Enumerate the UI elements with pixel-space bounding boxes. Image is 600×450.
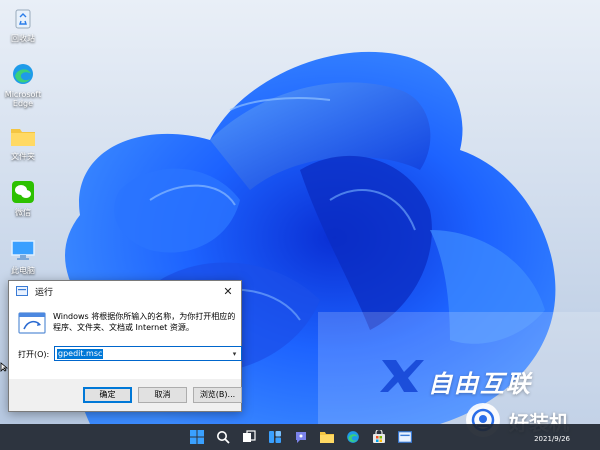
widgets-button[interactable] [266,428,284,446]
wechat-icon [9,178,37,206]
teams-chat-button[interactable] [292,428,310,446]
cancel-button[interactable]: 取消 [138,387,187,403]
folder-icon [9,122,37,150]
browse-button[interactable]: 浏览(B)... [193,387,242,403]
task-view-icon [243,430,256,442]
ok-button[interactable]: 确定 [83,387,132,403]
run-command-input[interactable]: gpedit.msc ▾ [54,346,242,361]
recycle-bin-icon [9,4,37,32]
file-explorer-icon [320,432,334,443]
run-taskbar-button[interactable] [396,428,414,446]
edge-taskbar-button[interactable] [344,428,362,446]
desktop-icon-label: 此电脑 [11,266,35,275]
widgets-icon [269,431,281,443]
run-dialog: 运行 ✕ Windows 将根据你所输入的名称，为你打开相应的程序、文件夹、文档… [8,280,242,412]
taskbar-date[interactable]: 2021/9/26 [534,435,570,443]
chevron-down-icon: ▾ [232,349,237,358]
desktop-icon-label: 微信 [15,208,31,217]
desktop-icon-label: Microsoft Edge [4,90,42,108]
task-view-button[interactable] [240,428,258,446]
run-app-icon [18,312,46,334]
run-icon [16,286,28,296]
search-icon [217,431,230,444]
this-pc-icon [9,236,37,264]
edge-icon [347,431,359,443]
desktop-icon-edge[interactable]: Microsoft Edge [2,60,44,108]
file-explorer-button[interactable] [318,428,336,446]
dialog-title: 运行 [35,288,54,298]
taskbar: 2021/9/26 [0,424,600,450]
start-button[interactable] [188,428,206,446]
dialog-description: Windows 将根据你所输入的名称，为你打开相应的程序、文件夹、文档或 Int… [53,312,236,332]
desktop-icon-recycle-bin[interactable]: 回收站 [2,4,44,43]
desktop-icon-label: 回收站 [11,34,35,43]
store-button[interactable] [370,428,388,446]
dropdown-button[interactable]: ▾ [228,347,241,360]
watermark-brand-text: 自由互联 [428,370,532,398]
desktop-icon-folder[interactable]: 文件夹 [2,122,44,161]
brand-logo-icon [380,360,424,392]
store-icon [373,430,385,443]
teams-chat-icon [296,432,306,443]
start-icon [190,430,204,444]
close-button[interactable]: ✕ [215,281,241,301]
edge-icon [9,60,37,88]
desktop-icon-wechat[interactable]: 微信 [2,178,44,217]
mouse-cursor-icon [0,362,8,372]
run-icon [398,431,412,443]
open-label: 打开(O): [18,350,50,359]
close-icon: ✕ [223,284,233,298]
desktop-icon-this-pc[interactable]: 此电脑 [2,236,44,275]
run-command-value: gpedit.msc [57,349,104,359]
search-button[interactable] [214,428,232,446]
desktop-icon-label: 文件夹 [11,152,35,161]
dialog-titlebar[interactable]: 运行 ✕ [9,281,241,301]
